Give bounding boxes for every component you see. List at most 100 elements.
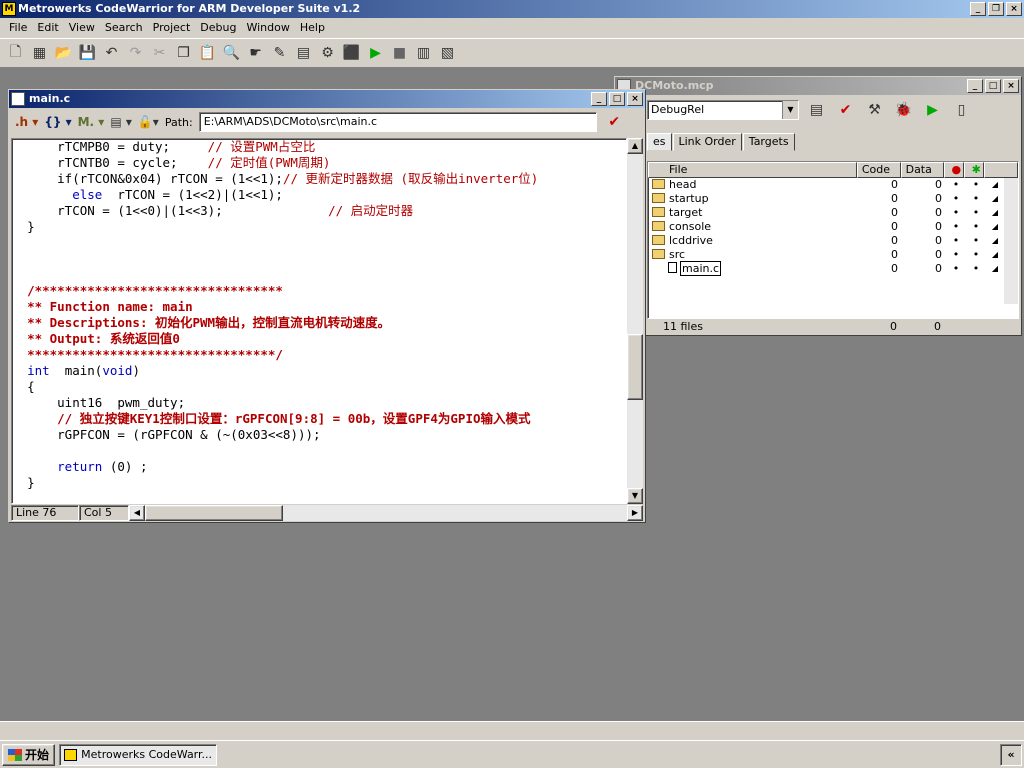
bring-up-to-date-icon[interactable]: ▶	[364, 42, 387, 65]
tab-files[interactable]: es	[647, 133, 672, 151]
restore-button[interactable]: ❐	[988, 2, 1004, 16]
app-title-bar[interactable]: M Metrowerks CodeWarrior for ARM Develop…	[0, 0, 1024, 18]
file-touch-icon[interactable]: ◢	[986, 262, 1004, 276]
file-target-marker[interactable]: •	[966, 178, 986, 192]
menu-window[interactable]: Window	[241, 18, 294, 38]
project-window-titlebar[interactable]: DCMoto.mcp _ □ ×	[615, 77, 1021, 95]
tray-expand-icon[interactable]: «	[1000, 743, 1022, 766]
file-row[interactable]: startup 0 0 • • ◢	[648, 192, 1018, 206]
column-debug-icon[interactable]: ●	[944, 162, 965, 178]
debug-icon[interactable]: 🐞	[892, 99, 915, 122]
column-code[interactable]: Code	[856, 162, 901, 178]
minimize-button[interactable]: _	[970, 2, 986, 16]
preprocess-icon[interactable]: ▥	[412, 42, 435, 65]
replace-icon[interactable]: ✎	[268, 42, 291, 65]
scroll-right-icon[interactable]: ▶	[627, 505, 643, 521]
menu-edit[interactable]: Edit	[32, 18, 63, 38]
target-settings-icon[interactable]: ▤	[805, 99, 828, 122]
start-button[interactable]: 开始	[2, 743, 56, 766]
code-editor[interactable]: rTCMPB0 = duty; // 设置PWM占空比 rTCNTB0 = cy…	[11, 138, 627, 504]
file-debug-marker[interactable]: •	[946, 206, 966, 220]
find-icon[interactable]: 🔍	[220, 42, 243, 65]
menu-file[interactable]: File	[4, 18, 32, 38]
menu-search[interactable]: Search	[100, 18, 148, 38]
disassemble-icon[interactable]: ▧	[436, 42, 459, 65]
scroll-up-icon[interactable]: ▲	[627, 138, 643, 154]
make-icon[interactable]: ⚒	[863, 99, 886, 122]
menu-project[interactable]: Project	[148, 18, 196, 38]
project-inspector-icon[interactable]: ▯	[950, 99, 973, 122]
project-settings-icon[interactable]: ⚙	[316, 42, 339, 65]
file-target-marker[interactable]: •	[966, 262, 986, 276]
file-row[interactable]: console 0 0 • • ◢	[648, 220, 1018, 234]
file-target-marker[interactable]: •	[966, 220, 986, 234]
lock-icon[interactable]: 🔓▾	[138, 115, 159, 129]
file-row[interactable]: lcddrive 0 0 • • ◢	[648, 234, 1018, 248]
menu-help[interactable]: Help	[295, 18, 330, 38]
project-maximize-button[interactable]: □	[985, 79, 1001, 93]
scroll-down-icon[interactable]: ▼	[627, 488, 643, 504]
file-debug-marker[interactable]: •	[946, 262, 966, 276]
project-close-button[interactable]: ×	[1003, 79, 1019, 93]
file-touch-icon[interactable]: ◢	[986, 248, 1004, 262]
file-debug-marker[interactable]: •	[946, 234, 966, 248]
codewarrior-app-icon[interactable]: M	[2, 2, 16, 16]
redo-icon[interactable]: ↷	[124, 42, 147, 65]
editor-minimize-button[interactable]: _	[591, 92, 607, 106]
stop-icon[interactable]: ■	[388, 42, 411, 65]
document-settings-icon[interactable]: ▤ ▾	[110, 115, 132, 129]
file-debug-marker[interactable]: •	[946, 220, 966, 234]
horizontal-scroll-thumb[interactable]	[145, 505, 283, 521]
file-row[interactable]: target 0 0 • • ◢	[648, 206, 1018, 220]
chevron-down-icon[interactable]: ▼	[782, 101, 798, 119]
close-button[interactable]: ×	[1006, 2, 1022, 16]
vcs-check-icon[interactable]: ✔	[603, 111, 626, 134]
file-target-marker[interactable]: •	[966, 206, 986, 220]
project-list-scrollbar[interactable]	[1004, 178, 1018, 304]
editor-horizontal-scrollbar[interactable]: ◀ ▶	[129, 505, 643, 521]
markers-popup-icon[interactable]: M. ▾	[78, 115, 105, 129]
target-select[interactable]: DebugRel ▼	[647, 100, 799, 120]
editor-vertical-scrollbar[interactable]: ▲ ▼	[627, 138, 643, 504]
column-file[interactable]: File	[648, 162, 857, 178]
file-touch-icon[interactable]: ◢	[986, 206, 1004, 220]
cut-icon[interactable]: ✂	[148, 42, 171, 65]
editor-window-titlebar[interactable]: main.c _ □ ×	[9, 90, 645, 108]
editor-close-button[interactable]: ×	[627, 92, 643, 106]
paste-icon[interactable]: 📋	[196, 42, 219, 65]
file-touch-icon[interactable]: ◢	[986, 220, 1004, 234]
find-next-icon[interactable]: ☛	[244, 42, 267, 65]
column-data[interactable]: Data	[900, 162, 945, 178]
file-debug-marker[interactable]: •	[946, 178, 966, 192]
menu-view[interactable]: View	[64, 18, 100, 38]
file-target-marker[interactable]: •	[966, 248, 986, 262]
file-debug-marker[interactable]: •	[946, 248, 966, 262]
synchronize-icon[interactable]: ✔	[834, 99, 857, 122]
menu-debug[interactable]: Debug	[195, 18, 241, 38]
file-touch-icon[interactable]: ◢	[986, 234, 1004, 248]
check-syntax-icon[interactable]: ⬛	[340, 42, 363, 65]
open-icon[interactable]: 📂	[52, 42, 75, 65]
scroll-left-icon[interactable]: ◀	[129, 505, 145, 521]
project-minimize-button[interactable]: _	[967, 79, 983, 93]
column-target-icon[interactable]: ✱	[964, 162, 985, 178]
path-field[interactable]: E:\ARM\ADS\DCMoto\src\main.c	[198, 112, 597, 132]
run-icon[interactable]: ▶	[921, 99, 944, 122]
file-row[interactable]: head 0 0 • • ◢	[648, 178, 1018, 192]
file-row[interactable]: src 0 0 • • ◢	[648, 248, 1018, 262]
file-debug-marker[interactable]: •	[946, 192, 966, 206]
file-target-marker[interactable]: •	[966, 234, 986, 248]
file-touch-icon[interactable]: ◢	[986, 192, 1004, 206]
compile-icon[interactable]: ▤	[292, 42, 315, 65]
functions-popup-icon[interactable]: {} ▾	[44, 115, 71, 129]
file-touch-icon[interactable]: ◢	[986, 178, 1004, 192]
tab-link-order[interactable]: Link Order	[672, 133, 742, 151]
editor-maximize-button[interactable]: □	[609, 92, 625, 106]
undo-icon[interactable]: ↶	[100, 42, 123, 65]
copy-icon[interactable]: ❐	[172, 42, 195, 65]
scroll-thumb[interactable]	[627, 334, 643, 400]
new-text-file-icon[interactable]: 🗋	[4, 42, 27, 65]
new-project-icon[interactable]: ▦	[28, 42, 51, 65]
file-row[interactable]: main.c 0 0 • • ◢	[648, 261, 1018, 276]
file-target-marker[interactable]: •	[966, 192, 986, 206]
